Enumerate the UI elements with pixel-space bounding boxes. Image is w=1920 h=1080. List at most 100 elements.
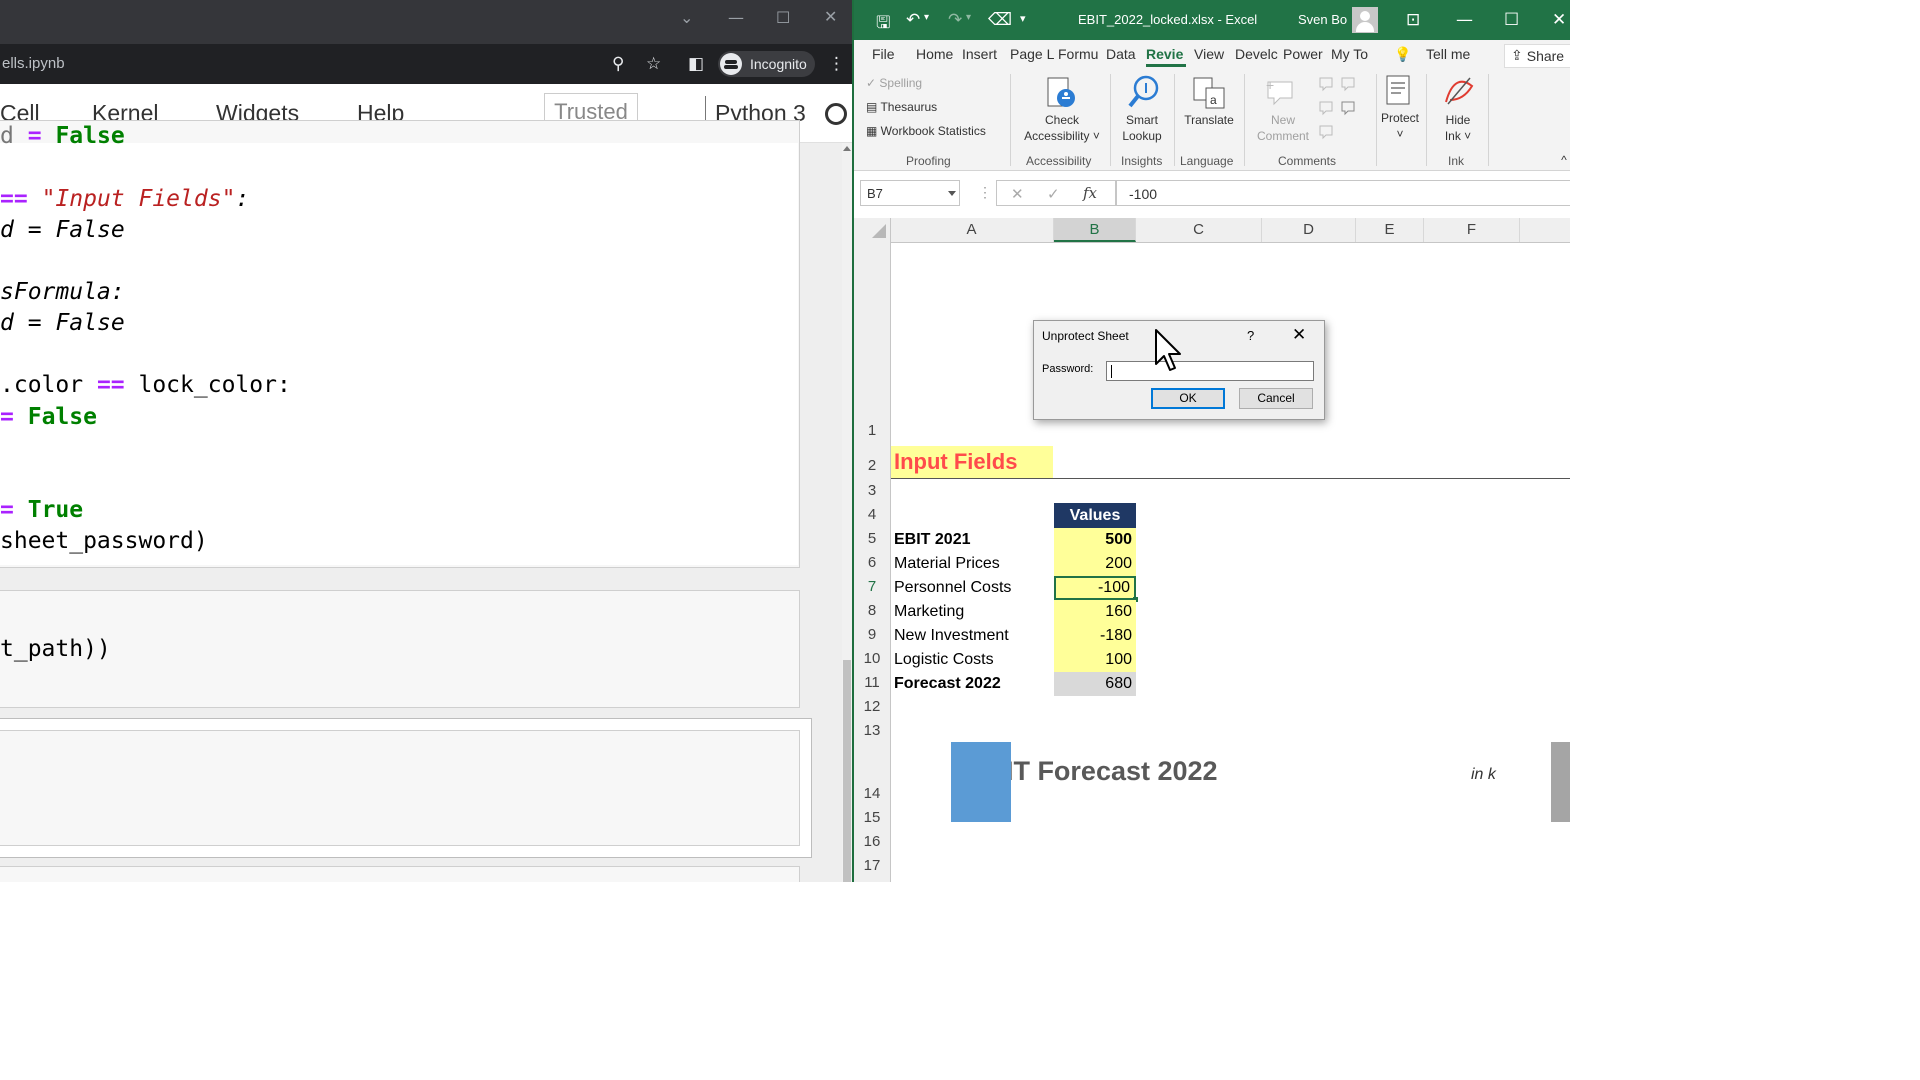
new-comment-button[interactable]: New Comment <box>1250 112 1316 144</box>
tab-insert[interactable]: Insert <box>962 46 997 62</box>
eraser-icon[interactable]: ⌫ <box>988 10 1012 30</box>
help-icon[interactable]: ? <box>1247 328 1254 343</box>
minimize-icon[interactable]: — <box>728 8 744 27</box>
share-button[interactable]: ⇪ Share <box>1504 44 1570 68</box>
name-box[interactable]: B7 <box>860 180 960 206</box>
row-label[interactable]: Forecast 2022 <box>894 672 1001 696</box>
column-header[interactable]: B <box>1054 218 1136 242</box>
translate-button[interactable]: Translate <box>1178 112 1240 128</box>
redo-icon[interactable]: ↷ <box>948 10 962 30</box>
maximize-icon[interactable]: ☐ <box>1504 10 1519 30</box>
row-header[interactable]: 14 <box>854 785 890 802</box>
row-header[interactable]: 16 <box>854 833 890 850</box>
tab-view[interactable]: View <box>1194 46 1224 62</box>
confirm-entry-icon[interactable]: ✓ <box>1047 185 1060 203</box>
lightbulb-icon[interactable]: 💡 <box>1394 46 1411 63</box>
column-header[interactable]: D <box>1262 218 1356 242</box>
tab-review[interactable]: Revie <box>1146 46 1183 62</box>
tab-formulas[interactable]: Formu <box>1058 46 1098 62</box>
column-header[interactable]: A <box>890 218 1054 242</box>
row-header[interactable]: 5 <box>854 530 890 547</box>
close-icon[interactable]: ✕ <box>1292 325 1306 345</box>
value-cell[interactable]: 680 <box>1054 672 1136 696</box>
row-header[interactable]: 1 <box>854 422 890 439</box>
row-label[interactable]: New Investment <box>894 624 1009 648</box>
smart-lookup-button[interactable]: Smart Lookup <box>1112 112 1172 144</box>
row-label[interactable]: EBIT 2021 <box>894 528 970 552</box>
collapse-ribbon-icon[interactable]: ^ <box>1558 152 1570 168</box>
column-header[interactable]: F <box>1424 218 1520 242</box>
row-label[interactable]: Logistic Costs <box>894 648 994 672</box>
ok-button[interactable]: OK <box>1151 388 1225 409</box>
password-input[interactable] <box>1106 361 1314 381</box>
value-cell[interactable]: 200 <box>1054 552 1136 576</box>
star-icon[interactable]: ☆ <box>646 54 661 74</box>
chart-bar[interactable] <box>951 742 1011 822</box>
minimize-icon[interactable]: — <box>1456 10 1473 30</box>
value-cell[interactable]: 500 <box>1054 528 1136 552</box>
tab-my-tools[interactable]: My To <box>1331 46 1368 62</box>
value-cell[interactable]: 160 <box>1054 600 1136 624</box>
close-icon[interactable]: ✕ <box>1552 10 1566 30</box>
check-accessibility-button[interactable]: Check Accessibility ˅ <box>1014 112 1110 144</box>
side-panel-icon[interactable]: ◧ <box>688 54 704 74</box>
row-header[interactable]: 17 <box>854 857 890 874</box>
thesaurus-button[interactable]: ▤ Thesaurus <box>866 100 937 114</box>
code-cell[interactable] <box>0 866 800 882</box>
tab-data[interactable]: Data <box>1106 46 1136 62</box>
chart-bar[interactable] <box>1551 742 1570 822</box>
insert-function-icon[interactable]: fx <box>1083 184 1097 202</box>
scrollbar-thumb[interactable] <box>843 660 851 882</box>
customize-toolbar-icon[interactable]: ▾ <box>1020 12 1026 25</box>
tab-file[interactable]: File <box>872 46 895 62</box>
protect-button[interactable]: Protect ˅ <box>1376 110 1424 142</box>
row-header[interactable]: 12 <box>854 698 890 715</box>
url-text[interactable]: ells.ipynb <box>2 55 65 72</box>
close-icon[interactable]: ✕ <box>824 7 837 26</box>
ribbon-display-icon[interactable]: ⊡ <box>1406 10 1420 30</box>
row-label[interactable]: Personnel Costs <box>894 576 1011 600</box>
tab-power[interactable]: Power <box>1283 46 1323 62</box>
incognito-badge[interactable]: Incognito <box>718 51 815 77</box>
name-box-dropdown-icon[interactable] <box>948 191 956 196</box>
formula-input[interactable]: -100 <box>1116 180 1570 206</box>
zoom-icon[interactable]: ⚲ <box>612 54 624 74</box>
code-cell[interactable] <box>0 590 800 708</box>
tab-developer[interactable]: Develc <box>1235 46 1278 62</box>
cancel-entry-icon[interactable]: ✕ <box>1011 185 1024 203</box>
spelling-button[interactable]: ✓ Spelling <box>866 76 922 90</box>
select-all-corner[interactable] <box>854 218 891 242</box>
column-header[interactable]: C <box>1136 218 1262 242</box>
value-cell-selected[interactable]: -100 <box>1054 576 1136 600</box>
row-header[interactable]: 3 <box>854 482 890 499</box>
column-header[interactable]: E <box>1356 218 1424 242</box>
workbook-statistics-button[interactable]: ▦ Workbook Statistics <box>866 124 986 138</box>
row-label[interactable]: Material Prices <box>894 552 1000 576</box>
row-header[interactable]: 4 <box>854 506 890 523</box>
value-cell[interactable]: -180 <box>1054 624 1136 648</box>
tab-home[interactable]: Home <box>916 46 953 62</box>
row-label[interactable]: Marketing <box>894 600 964 624</box>
scroll-up-arrow-icon[interactable] <box>843 146 851 151</box>
redo-dropdown-icon[interactable]: ▾ <box>966 12 971 23</box>
maximize-icon[interactable]: ☐ <box>776 8 790 27</box>
cancel-button[interactable]: Cancel <box>1239 388 1313 409</box>
row-header[interactable]: 9 <box>854 626 890 643</box>
undo-icon[interactable]: ↶ <box>906 10 920 30</box>
user-avatar-icon[interactable] <box>1352 7 1378 33</box>
row-header[interactable]: 10 <box>854 650 890 667</box>
ebit-waterfall-chart[interactable]: EBIT Forecast 2022 in k 500200-100160-18… <box>891 742 1570 882</box>
user-name[interactable]: Sven Bo <box>1298 12 1347 27</box>
menu-dots-icon[interactable]: ⋮ <box>828 54 845 74</box>
undo-dropdown-icon[interactable]: ▾ <box>924 12 929 23</box>
chevron-down-icon[interactable]: ⌄ <box>680 8 693 27</box>
row-header[interactable]: 15 <box>854 809 890 826</box>
code-cell-editor[interactable] <box>0 730 800 846</box>
row-header[interactable]: 6 <box>854 554 890 571</box>
row-header[interactable]: 13 <box>854 722 890 739</box>
save-icon[interactable]: 🖫 <box>876 10 890 39</box>
row-header[interactable]: 2 <box>854 457 890 474</box>
values-header[interactable]: Values <box>1054 503 1136 528</box>
value-cell[interactable]: 100 <box>1054 648 1136 672</box>
hide-ink-button[interactable]: Hide Ink ˅ <box>1432 112 1484 144</box>
